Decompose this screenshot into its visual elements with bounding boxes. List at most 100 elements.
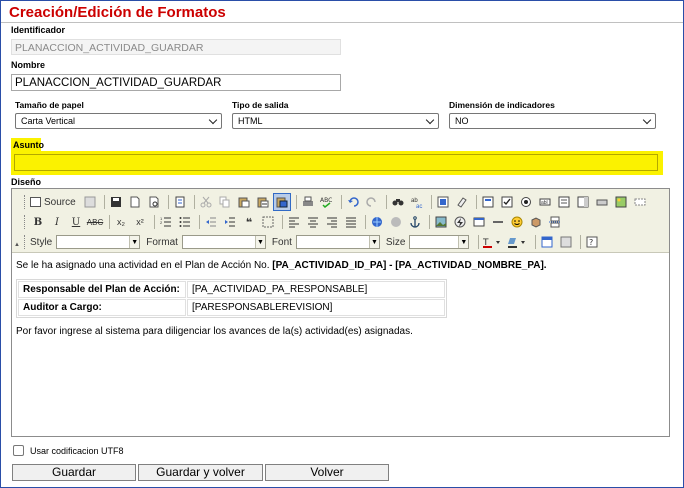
- cut-icon[interactable]: [198, 194, 214, 210]
- hidden-field-icon[interactable]: [632, 194, 648, 210]
- link-icon[interactable]: [369, 214, 385, 230]
- strikethrough-icon[interactable]: ABC: [87, 214, 103, 230]
- tamano-papel-select[interactable]: Carta Vertical: [15, 113, 222, 129]
- print-icon[interactable]: [300, 194, 316, 210]
- textfield-icon[interactable]: abl: [537, 194, 553, 210]
- redo-icon[interactable]: [364, 194, 380, 210]
- blockquote-icon[interactable]: ❝: [241, 214, 257, 230]
- dimension-indicadores-select[interactable]: NO: [449, 113, 656, 129]
- save-icon[interactable]: [108, 194, 124, 210]
- paste-icon[interactable]: [236, 194, 252, 210]
- chevron-down-icon: ▼: [254, 236, 265, 248]
- chevron-down-icon: ▼: [368, 236, 379, 248]
- svg-text:ac: ac: [416, 204, 422, 208]
- indent-icon[interactable]: [222, 214, 238, 230]
- table-icon[interactable]: [471, 214, 487, 230]
- subscript-icon[interactable]: x₂: [113, 214, 129, 230]
- toolbar-row-3: Style ▼ Format ▼ Font ▼ Size ▼ T ?: [24, 233, 603, 251]
- align-left-icon[interactable]: [286, 214, 302, 230]
- preview-page-icon[interactable]: [146, 194, 162, 210]
- smiley-icon[interactable]: [509, 214, 525, 230]
- tipo-salida-select[interactable]: HTML: [232, 113, 439, 129]
- rich-text-editor[interactable]: Source ABC ab ac abl B I U ABC x₂ x² 1 2…: [11, 188, 670, 437]
- superscript-icon[interactable]: x²: [132, 214, 148, 230]
- paste-text-icon[interactable]: [255, 194, 271, 210]
- maximize-icon[interactable]: [539, 234, 555, 250]
- templates-icon[interactable]: [172, 194, 188, 210]
- bulleted-list-icon[interactable]: [177, 214, 193, 230]
- text-color-icon[interactable]: T: [482, 234, 504, 250]
- select-all-icon[interactable]: [435, 194, 451, 210]
- align-right-icon[interactable]: [324, 214, 340, 230]
- flash-icon[interactable]: [452, 214, 468, 230]
- image-button-icon[interactable]: [613, 194, 629, 210]
- source-button[interactable]: Source: [30, 197, 76, 208]
- tamano-papel-label: Tamaño de papel: [15, 100, 84, 110]
- font-combo[interactable]: ▼: [295, 235, 380, 249]
- toolbar-handle: [24, 195, 27, 209]
- table-row: Responsable del Plan de Acción: [PA_ACTI…: [18, 281, 445, 298]
- horizontal-rule-icon[interactable]: [490, 214, 506, 230]
- tipo-salida-value: HTML: [238, 116, 263, 126]
- toolbar-separator: [430, 195, 432, 209]
- chevron-down-icon: ▼: [129, 236, 140, 248]
- image-icon[interactable]: [433, 214, 449, 230]
- button-field-icon[interactable]: [594, 194, 610, 210]
- select-field-icon[interactable]: [575, 194, 591, 210]
- spellcheck-icon[interactable]: ABC: [319, 194, 335, 210]
- find-icon[interactable]: [390, 194, 406, 210]
- show-blocks-icon[interactable]: [558, 234, 574, 250]
- replace-icon[interactable]: ab ac: [409, 194, 425, 210]
- nombre-field[interactable]: PLANACCION_ACTIVIDAD_GUARDAR: [11, 74, 341, 91]
- new-page-icon[interactable]: [127, 194, 143, 210]
- dimension-indicadores-value: NO: [455, 116, 469, 126]
- form-icon[interactable]: [480, 194, 496, 210]
- size-combo[interactable]: ▼: [409, 235, 470, 249]
- diseno-label: Diseño: [11, 177, 42, 187]
- page-break-icon[interactable]: [547, 214, 563, 230]
- guardar-button[interactable]: Guardar: [12, 464, 136, 481]
- utf8-option[interactable]: Usar codificacion UTF8: [13, 445, 124, 456]
- radio-icon[interactable]: [518, 194, 534, 210]
- chevron-down-icon: [425, 115, 435, 125]
- paste-word-icon[interactable]: [272, 193, 291, 211]
- checkbox-icon[interactable]: [499, 194, 515, 210]
- underline-icon[interactable]: U: [68, 214, 84, 230]
- toolbar-row-1: Source ABC ab ac abl: [24, 193, 651, 211]
- preview-icon[interactable]: [82, 194, 98, 210]
- remove-format-icon[interactable]: [454, 194, 470, 210]
- toolbar-separator: [167, 195, 169, 209]
- style-combo[interactable]: ▼: [56, 235, 141, 249]
- div-container-icon[interactable]: [260, 214, 276, 230]
- asunto-field[interactable]: [14, 154, 658, 171]
- volver-button[interactable]: Volver: [265, 464, 389, 481]
- background-color-icon[interactable]: [507, 234, 529, 250]
- format-combo[interactable]: ▼: [181, 235, 266, 249]
- unlink-icon[interactable]: [388, 214, 404, 230]
- special-char-icon[interactable]: [528, 214, 544, 230]
- bold-icon[interactable]: B: [30, 214, 46, 230]
- undo-icon[interactable]: [345, 194, 361, 210]
- italic-icon[interactable]: I: [49, 214, 65, 230]
- help-icon[interactable]: ?: [584, 234, 600, 250]
- source-icon: [30, 197, 41, 207]
- collapse-toolbar-icon[interactable]: ▲: [14, 242, 20, 248]
- textarea-icon[interactable]: [556, 194, 572, 210]
- svg-text:?: ?: [589, 238, 593, 247]
- align-center-icon[interactable]: [305, 214, 321, 230]
- toolbar-separator: [478, 235, 480, 249]
- toolbar-separator: [282, 215, 283, 229]
- anchor-icon[interactable]: [407, 214, 423, 230]
- editor-intro-paragraph: Se le ha asignado una actividad en el Pl…: [16, 259, 666, 272]
- editor-footer-paragraph: Por favor ingrese al sistema para dilige…: [16, 326, 413, 337]
- svg-text:2: 2: [160, 220, 163, 225]
- numbered-list-icon[interactable]: 12: [158, 214, 174, 230]
- guardar-y-volver-button[interactable]: Guardar y volver: [138, 464, 263, 481]
- outdent-icon[interactable]: [203, 214, 219, 230]
- justify-icon[interactable]: [343, 214, 359, 230]
- copy-icon[interactable]: [217, 194, 233, 210]
- toolbar-handle: [24, 235, 27, 249]
- title-divider: [1, 22, 683, 23]
- toolbar-separator: [199, 215, 200, 229]
- utf8-checkbox[interactable]: [13, 445, 24, 456]
